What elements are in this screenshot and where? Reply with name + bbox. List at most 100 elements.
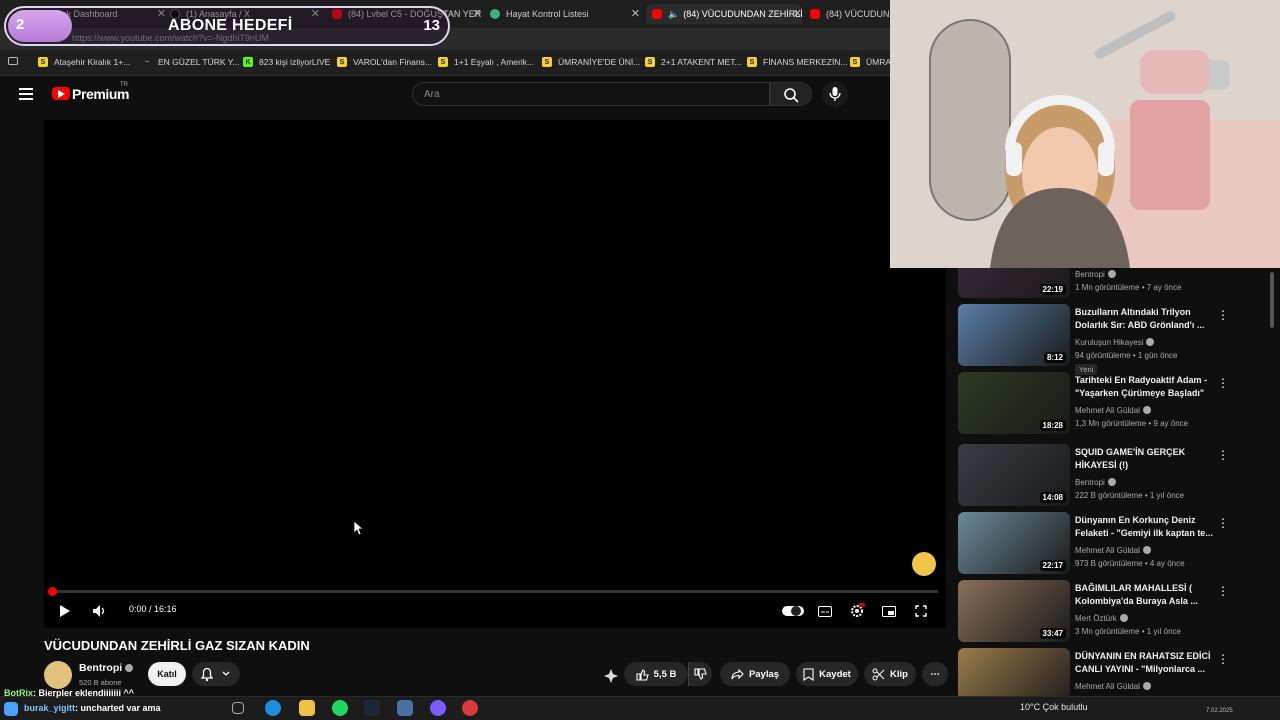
bookmark-label: FİNANS MERKEZİN...	[763, 57, 848, 67]
progress-bar[interactable]	[48, 587, 938, 596]
recommendation-item[interactable]: 14:08 SQUID GAME'İN GERÇEK HİKAYESİ (!) Be…	[958, 444, 1258, 508]
tab-5[interactable]: (84) VÜCUDUNDA	[810, 4, 890, 24]
recommendation-item[interactable]: 33:47 BAĞIMLILAR MAHALLESİ ( Kolombiya'da…	[958, 580, 1258, 644]
play-button[interactable]	[52, 600, 78, 622]
volume-button[interactable]	[86, 600, 112, 622]
youtube-logo-icon[interactable]	[52, 87, 70, 100]
recommendation-meta: 94 görüntüleme • 1 gün önce	[1075, 351, 1178, 360]
task-view-icon[interactable]	[232, 702, 244, 714]
recommendation-title[interactable]: Tarihteki En Radyoaktif Adam - "Yaşarken…	[1075, 374, 1215, 400]
channel-name-text[interactable]: Bentropi	[1075, 270, 1105, 279]
join-button[interactable]: Katıl	[148, 662, 186, 686]
bookmark-3[interactable]: S VAROL'dan Finans...	[337, 57, 432, 67]
fullscreen-button[interactable]	[908, 600, 934, 622]
tab-4[interactable]: 🔈 (84) VÜCUDUNDAN ZEHİRLİ G ✕	[646, 4, 802, 24]
like-button[interactable]: 5,5 B	[624, 662, 688, 686]
recommendation-title[interactable]: SQUID GAME'İN GERÇEK HİKAYESİ (!)	[1075, 446, 1215, 472]
video-thumbnail[interactable]: 22:17	[958, 512, 1070, 574]
recommendation-channel[interactable]: Bentropi	[1075, 478, 1116, 487]
more-actions-button[interactable]: ⋯	[922, 662, 948, 686]
search-input[interactable]: Ara	[412, 82, 770, 106]
recommendation-channel[interactable]: Mehmet Ali Güldal	[1075, 406, 1151, 415]
recommendation-channel[interactable]: Mert Öztürk	[1075, 614, 1128, 623]
more-vertical-icon[interactable]: ⋮	[1217, 516, 1229, 530]
video-thumbnail[interactable]: 18:28	[958, 372, 1070, 434]
bookmark-4[interactable]: S 1+1 Eşyalı , Amerik...	[438, 57, 534, 67]
recommendation-item[interactable]: 22:17 Dünyanın En Korkunç Deniz Felaketi …	[958, 512, 1258, 576]
steam-icon[interactable]	[364, 700, 380, 716]
channel-name-text[interactable]: Bentropi	[79, 662, 122, 674]
channel-name-text[interactable]: Mert Öztürk	[1075, 614, 1117, 623]
share-button[interactable]: Paylaş	[720, 662, 790, 686]
weather-widget[interactable]: 10°C Çok bulutlu	[1020, 702, 1088, 712]
channel-name-text[interactable]: Mehmet Ali Güldal	[1075, 546, 1140, 555]
more-vertical-icon[interactable]: ⋮	[1217, 584, 1229, 598]
channel-name-text[interactable]: Bentropi	[1075, 478, 1105, 487]
more-vertical-icon[interactable]: ⋮	[1217, 376, 1229, 390]
app-icon[interactable]	[397, 700, 413, 716]
channel-name-text[interactable]: Kuruluşun Hikayesi	[1075, 338, 1143, 347]
bookmarks-menu-icon[interactable]	[8, 57, 18, 65]
channel-name-text[interactable]: Mehmet Ali Güldal	[1075, 682, 1140, 691]
recommendation-title[interactable]: BAĞIMLILAR MAHALLESİ ( Kolombiya'da Bura…	[1075, 582, 1215, 608]
video-thumbnail[interactable]: 33:47	[958, 580, 1070, 642]
fullscreen-icon	[915, 605, 927, 617]
screen: ck Dashboard ✕ (1) Anasayfa / X ✕ (84) L…	[0, 0, 1280, 720]
search-button[interactable]	[770, 82, 812, 106]
bookmark-8[interactable]: S ÜMRAI	[850, 57, 893, 67]
hamburger-menu-icon[interactable]	[19, 88, 33, 100]
channel-avatar[interactable]	[44, 661, 72, 689]
save-button[interactable]: Kaydet	[796, 662, 858, 686]
channel-name[interactable]: Bentropi	[79, 662, 134, 674]
start-menu-icon[interactable]	[4, 702, 18, 716]
scrollbar-thumb[interactable]	[1270, 272, 1274, 328]
voice-search-button[interactable]	[822, 81, 848, 107]
video-player[interactable]: 0:00 / 16:16	[44, 120, 946, 628]
bookmark-5[interactable]: S ÜMRANİYE'DE ÜNİ...	[542, 57, 640, 67]
file-explorer-icon[interactable]	[299, 700, 315, 716]
obs-icon[interactable]	[462, 700, 478, 716]
video-thumbnail[interactable]: 8:12	[958, 304, 1070, 366]
recommendation-channel[interactable]: Mehmet Ali Güldal	[1075, 546, 1151, 555]
clip-button[interactable]: Klip	[864, 662, 916, 686]
autoplay-toggle[interactable]	[780, 600, 806, 622]
sidebar-scrollbar[interactable]	[1268, 268, 1276, 688]
close-icon[interactable]: ✕	[793, 7, 802, 20]
edge-browser-icon[interactable]	[265, 700, 281, 716]
bookmark-2[interactable]: K 823 kişi izliyorLIVE	[243, 57, 330, 67]
bookmark-1[interactable]: ~ EN GÜZEL TÜRK Y...	[142, 57, 239, 67]
progress-scrubber[interactable]	[48, 587, 57, 596]
speaker-icon: 🔈	[668, 8, 680, 19]
more-vertical-icon[interactable]: ⋮	[1217, 308, 1229, 322]
recommendation-title[interactable]: Dünyanın En Korkunç Deniz Felaketi - "Ge…	[1075, 514, 1215, 540]
youtube-icon	[652, 9, 662, 19]
recommendation-item[interactable]: 8:12 Buzulların Altındaki Trilyon Dolarlı…	[958, 304, 1258, 375]
recommendation-meta: 973 B görüntüleme • 4 ay önce	[1075, 559, 1185, 568]
recommendation-title[interactable]: DÜNYANIN EN RAHATSIZ EDİCİ CANLI YAYINI …	[1075, 650, 1215, 676]
bookmark-0[interactable]: S Ataşehir Kiralık 1+...	[38, 57, 130, 67]
recommendation-channel[interactable]: Kuruluşun Hikayesi	[1075, 338, 1155, 347]
bookmark-7[interactable]: S FİNANS MERKEZİN...	[747, 57, 848, 67]
discord-icon[interactable]	[430, 700, 446, 716]
recommendation-item[interactable]: 18:28 Tarihteki En Radyoaktif Adam - "Yaş…	[958, 372, 1258, 436]
video-thumbnail[interactable]: 14:08	[958, 444, 1070, 506]
subtitles-button[interactable]	[812, 600, 838, 622]
spotify-icon[interactable]	[332, 700, 348, 716]
more-vertical-icon[interactable]: ⋮	[1217, 652, 1229, 666]
tab-3[interactable]: Hayat Kontrol Listesi ✕	[490, 4, 640, 24]
close-icon[interactable]: ✕	[631, 7, 640, 20]
channel-name-text[interactable]: Mehmet Ali Güldal	[1075, 406, 1140, 415]
taskbar-date[interactable]: 7.02.2025	[1206, 708, 1233, 714]
recommendation-channel[interactable]: Bentropi	[1075, 270, 1116, 279]
youtube-icon	[810, 9, 820, 19]
youtube-brand[interactable]: Premium	[72, 86, 130, 102]
miniplayer-button[interactable]	[876, 600, 902, 622]
bookmark-6[interactable]: S 2+1 ATAKENT MET...	[645, 57, 742, 67]
recommendation-title[interactable]: Buzulların Altındaki Trilyon Dolarlık Sı…	[1075, 306, 1215, 332]
notification-bell-button[interactable]	[192, 662, 240, 686]
more-vertical-icon[interactable]: ⋮	[1217, 448, 1229, 462]
dislike-button[interactable]	[688, 662, 712, 686]
recommendation-channel[interactable]: Mehmet Ali Güldal	[1075, 682, 1151, 691]
close-icon[interactable]: ✕	[473, 7, 482, 20]
settings-button[interactable]	[844, 600, 870, 622]
